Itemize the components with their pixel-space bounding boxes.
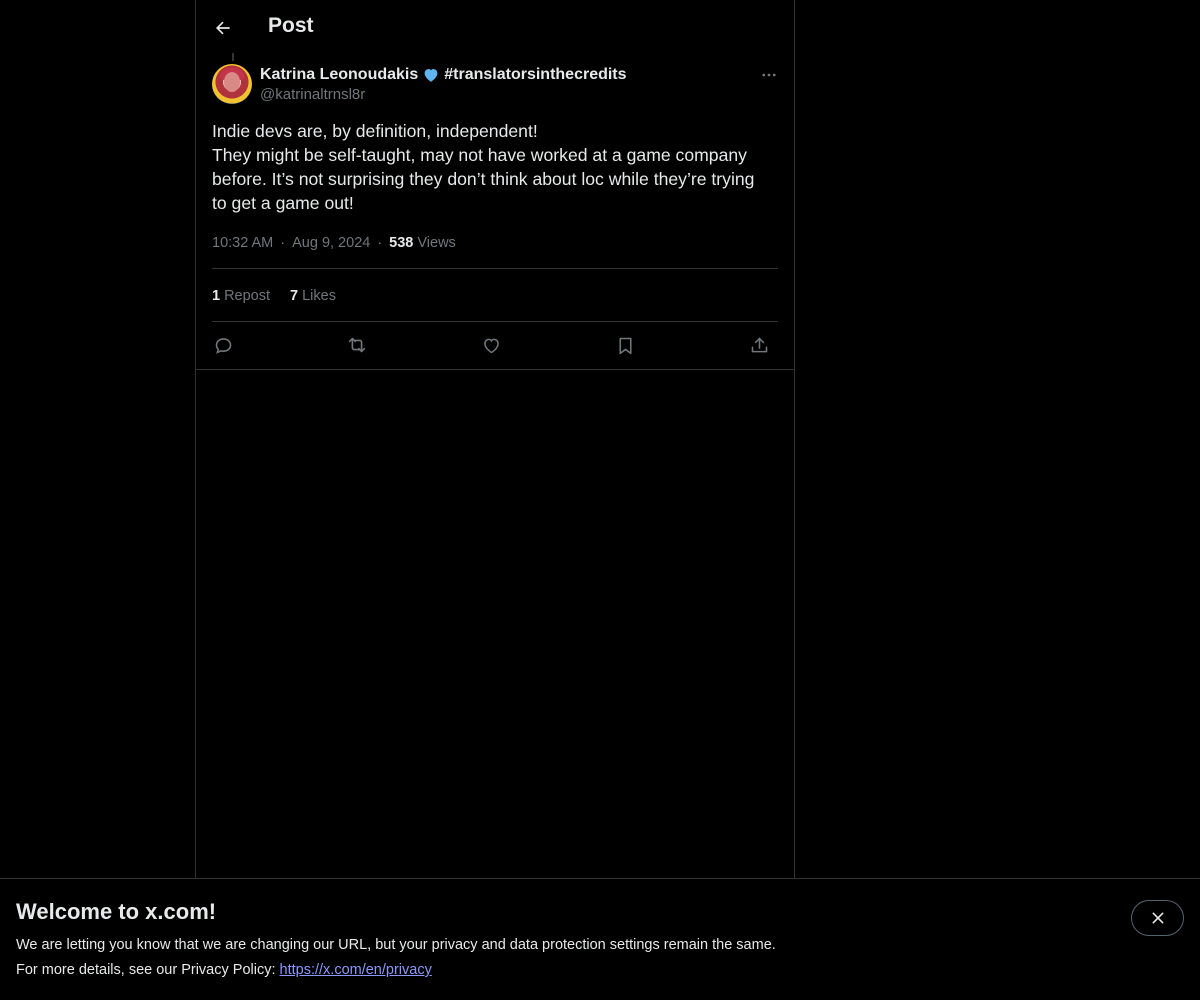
more-options-button[interactable] <box>754 64 784 86</box>
author-name-row: Katrina Leonoudakis #translatorsinthecre… <box>260 64 627 86</box>
likes-label: Likes <box>302 288 336 304</box>
meta-separator: · <box>377 235 383 251</box>
avatar[interactable] <box>212 64 252 104</box>
reply-button[interactable] <box>210 332 236 358</box>
views-label: Views <box>417 235 456 251</box>
post-text-line: They might be self-taught, may not have … <box>212 145 747 165</box>
post-stats: 1 Repost 7 Likes <box>212 286 336 306</box>
heart-icon <box>483 338 499 353</box>
author-display-name[interactable]: Katrina Leonoudakis <box>260 66 418 84</box>
post-text-line: Indie devs are, by definition, independe… <box>212 121 538 141</box>
post-author: Katrina Leonoudakis #translatorsinthecre… <box>260 64 627 103</box>
meta-separator: · <box>280 235 286 251</box>
close-icon <box>1152 912 1163 924</box>
reposts-label: Repost <box>224 288 271 304</box>
post-date[interactable]: Aug 9, 2024 <box>292 235 370 251</box>
share-icon <box>751 337 767 352</box>
divider <box>196 369 794 370</box>
post-text-line: to get a game out! <box>212 193 354 213</box>
divider <box>212 321 778 322</box>
arrow-left-icon <box>216 21 230 35</box>
repost-icon <box>348 337 366 353</box>
bookmark-button[interactable] <box>612 332 638 358</box>
post-actions <box>208 332 786 358</box>
blue-heart-emoji-icon <box>424 69 438 82</box>
privacy-policy-link[interactable]: https://x.com/en/privacy <box>280 962 432 978</box>
banner-title: Welcome to x.com! <box>16 899 217 924</box>
likes-count: 7 <box>290 288 299 304</box>
more-horizontal-icon <box>762 73 776 77</box>
post-meta: 10:32 AM · Aug 9, 2024 · 538 Views <box>212 233 456 253</box>
author-name-hashtag: #translatorsinthecredits <box>444 66 627 83</box>
banner-privacy-line: For more details, see our Privacy Policy… <box>16 962 432 978</box>
likes-stat[interactable]: 7 Likes <box>290 288 336 304</box>
views-count: 538 <box>389 235 414 251</box>
thread-connector-line <box>232 53 234 61</box>
reposts-count: 1 <box>212 288 221 304</box>
reply-icon <box>215 337 231 354</box>
repost-button[interactable] <box>344 332 370 358</box>
primary-column: Post Katrina Leonoudakis #translatorsint… <box>195 0 795 878</box>
author-handle[interactable]: @katrinaltrnsl8r <box>260 86 627 103</box>
page-header: Post <box>196 0 794 53</box>
like-button[interactable] <box>478 332 504 358</box>
post-text-line: before. It’s not surprising they don’t t… <box>212 169 755 189</box>
close-banner-button[interactable] <box>1131 900 1184 936</box>
bookmark-icon <box>618 337 632 354</box>
avatar-face <box>224 72 240 92</box>
banner-privacy-prefix: For more details, see our Privacy Policy… <box>16 962 280 978</box>
post-time[interactable]: 10:32 AM <box>212 235 273 251</box>
divider <box>212 268 778 269</box>
banner-message: We are letting you know that we are chan… <box>16 937 776 953</box>
post-text: Indie devs are, by definition, independe… <box>212 119 782 215</box>
page-title: Post <box>268 14 314 37</box>
share-button[interactable] <box>746 332 772 358</box>
welcome-banner: Welcome to x.com! We are letting you kno… <box>0 878 1200 1000</box>
reposts-stat[interactable]: 1 Repost <box>212 288 270 304</box>
back-button[interactable] <box>206 11 240 45</box>
